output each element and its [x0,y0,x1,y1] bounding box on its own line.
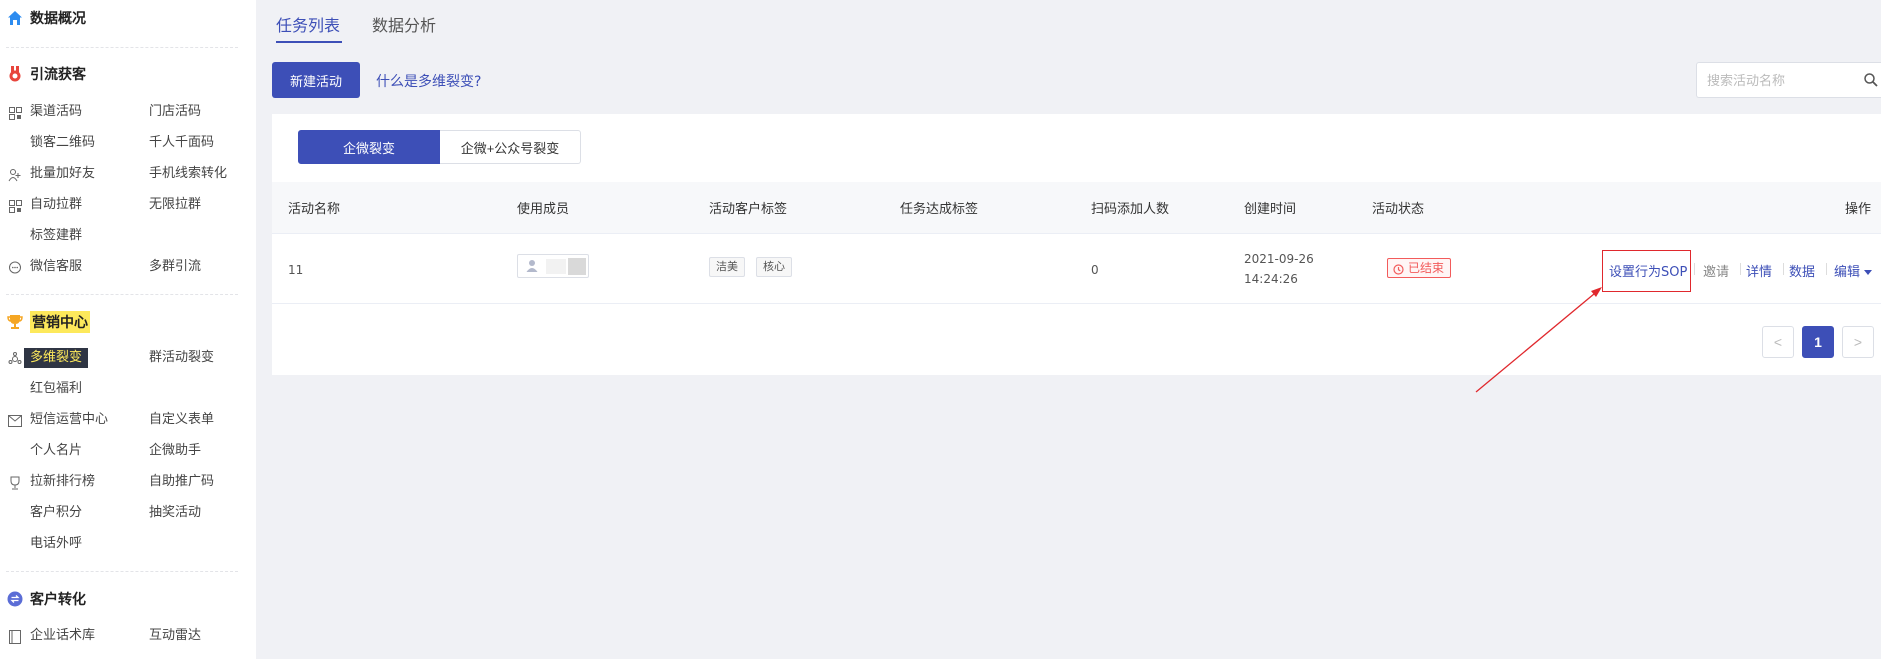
sidebar-item-red-packet[interactable]: 红包福利 [30,379,82,399]
sidebar-item-auto-group[interactable]: 自动拉群 [30,195,82,215]
edit-label: 编辑 [1834,265,1861,280]
divider [6,47,238,48]
status-text: 已结束 [1408,261,1445,275]
separator [1694,263,1695,275]
tab-active-indicator [276,41,342,43]
pager-prev-button[interactable]: < [1762,326,1794,358]
sidebar-item-store-qrcode[interactable]: 门店活码 [149,102,201,122]
th-task-tags: 任务达成标签 [900,202,979,217]
created-date: 2021-09-26 [1244,252,1314,266]
new-activity-button[interactable]: 新建活动 [272,62,360,98]
data-link[interactable]: 数据 [1789,261,1815,280]
fission-type-segment: 企微裂变 企微+公众号裂变 [298,130,581,164]
exchange-icon [6,590,24,608]
th-created-time: 创建时间 [1244,202,1297,217]
highlight-box [1602,250,1691,292]
detail-link[interactable]: 详情 [1746,261,1772,280]
section-title: 客户转化 [30,592,86,608]
sidebar-item-phone-call[interactable]: 电话外呼 [30,534,82,554]
pager-page-button[interactable]: 1 [1802,326,1834,358]
section-customer-conversion[interactable]: 客户转化 [6,589,86,609]
edit-dropdown[interactable]: 编辑 [1834,261,1873,280]
divider [6,571,238,572]
segment-wecom-official-fission[interactable]: 企微+公众号裂变 [440,130,581,164]
fission-icon [8,352,22,366]
sidebar-item-lock-qrcode[interactable]: 锁客二维码 [30,133,95,153]
th-customer-tags: 活动客户标签 [709,202,788,217]
tab-task-list[interactable]: 任务列表 [276,12,340,36]
person-icon [526,259,538,277]
section-title: 数据概况 [30,11,86,27]
medal-icon [6,65,24,83]
search-input[interactable] [1697,63,1847,97]
sidebar-item-channel-qrcode[interactable]: 渠道活码 [30,102,82,122]
cup-icon [8,476,22,490]
sidebar-item-lottery[interactable]: 抽奖活动 [149,503,201,523]
th-members: 使用成员 [517,202,570,217]
sidebar-item-custom-form[interactable]: 自定义表单 [149,410,214,430]
search-box [1696,62,1881,98]
separator [1783,263,1784,275]
sidebar-item-tag-group[interactable]: 标签建群 [30,226,82,246]
section-marketing-center[interactable]: 营销中心 [6,311,90,333]
section-lead-gen[interactable]: 引流获客 [6,64,86,84]
mail-icon [8,414,22,428]
sidebar-item-unlimited-group[interactable]: 无限拉群 [149,195,201,215]
sidebar-item-wechat-service[interactable]: 微信客服 [30,257,82,277]
th-activity-name: 活动名称 [288,202,341,217]
sidebar-item-multi-group-traffic[interactable]: 多群引流 [149,257,201,277]
member-avatar-placeholder [568,258,586,275]
activity-panel: 企微裂变 企微+公众号裂变 活动名称 使用成员 活动客户标签 任务达成标签 扫码… [272,114,1881,375]
pager-next-button[interactable]: > [1842,326,1874,358]
add-friend-icon [8,168,22,182]
section-data-overview[interactable]: 数据概况 [6,8,86,28]
sidebar: 数据概况 引流获客 渠道活码 门店活码 锁客二维码 千人千面码 批量加好友 手机… [0,0,256,659]
group-qrcode-icon [8,199,22,213]
sidebar-item-wecom-assistant[interactable]: 企微助手 [149,441,201,461]
activity-name[interactable]: 11 [288,263,303,277]
clock-icon [1393,262,1404,280]
separator [1826,263,1827,275]
tab-data-analysis[interactable]: 数据分析 [372,12,436,36]
sidebar-item-sms-center[interactable]: 短信运营中心 [30,410,108,430]
trophy-icon [6,313,24,331]
qrcode-icon [8,106,22,120]
sidebar-item-interaction-radar[interactable]: 互动雷达 [149,626,201,646]
home-icon [6,9,24,27]
divider [6,294,238,295]
sidebar-item-personalized-qrcode[interactable]: 千人千面码 [149,133,214,153]
invite-link[interactable]: 邀请 [1703,261,1729,280]
sidebar-item-referral-ranking[interactable]: 拉新排行榜 [30,472,95,492]
sidebar-item-customer-points[interactable]: 客户积分 [30,503,82,523]
sidebar-item-group-activity-fission[interactable]: 群活动裂变 [149,348,214,368]
section-title: 引流获客 [30,67,86,83]
search-icon[interactable] [1863,72,1879,88]
scan-count: 0 [1091,263,1099,277]
segment-wecom-fission[interactable]: 企微裂变 [298,130,440,164]
status-badge: 已结束 [1387,258,1452,280]
th-scan-count: 扫码添加人数 [1091,202,1170,217]
customer-tag: 洁美 [709,257,745,277]
table-row: 11 洁美 核心 0 2021-09-26 14:24:26 已结束 设置行为S… [272,234,1881,304]
sidebar-item-self-promo-code[interactable]: 自助推广码 [149,472,214,492]
th-actions: 操作 [1845,202,1872,217]
sidebar-item-script-library[interactable]: 企业话术库 [30,626,95,646]
help-link[interactable]: 什么是多维裂变? [376,71,481,91]
caret-down-icon [1864,265,1873,280]
sidebar-item-batch-add-friends[interactable]: 批量加好友 [30,164,95,184]
member-name-placeholder [546,259,566,274]
section-title: 营销中心 [30,311,90,333]
book-icon [8,630,22,644]
sidebar-item-phone-lead-convert[interactable]: 手机线索转化 [149,164,227,184]
created-time: 14:24:26 [1244,272,1298,286]
sidebar-item-multi-dimensional-fission[interactable]: 多维裂变 [24,348,89,368]
sidebar-item-personal-card[interactable]: 个人名片 [30,441,82,461]
chat-icon [8,261,22,275]
separator [1740,263,1741,275]
member-chip[interactable] [517,254,589,278]
th-status: 活动状态 [1372,202,1425,217]
customer-tag: 核心 [756,257,792,277]
table-header: 活动名称 使用成员 活动客户标签 任务达成标签 扫码添加人数 创建时间 活动状态… [272,182,1881,234]
